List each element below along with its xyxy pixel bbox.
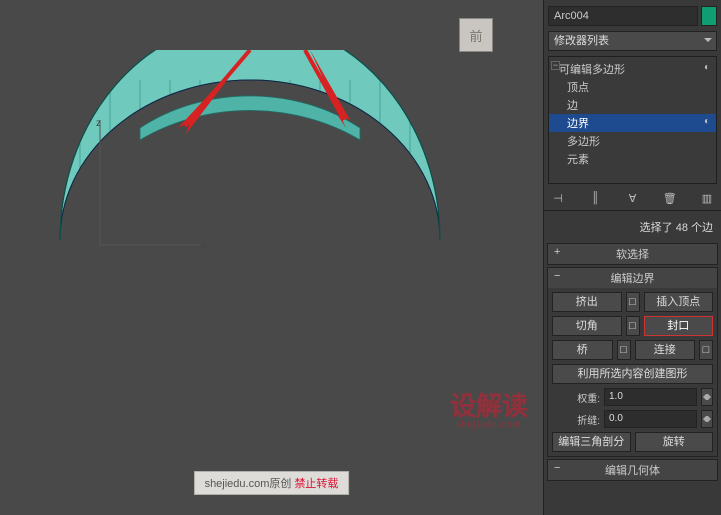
object-name-field[interactable]: Arc004: [548, 6, 698, 26]
stack-sub-element[interactable]: 元素: [549, 150, 716, 168]
weight-label: 权重:: [552, 390, 600, 405]
remove-modifier-icon[interactable]: 🗑: [662, 190, 678, 206]
extrude-button[interactable]: 挤出: [552, 292, 622, 312]
connect-settings-button[interactable]: □: [699, 340, 713, 360]
create-shape-button[interactable]: 利用所选内容创建图形: [552, 364, 713, 384]
cap-button[interactable]: 封口: [644, 316, 714, 336]
show-end-result-icon[interactable]: ║: [587, 190, 603, 206]
weight-spin-buttons[interactable]: [701, 388, 713, 406]
viewcube[interactable]: 前: [459, 18, 493, 52]
bridge-button[interactable]: 桥: [552, 340, 613, 360]
crease-label: 折缝:: [552, 412, 600, 427]
chamfer-settings-button[interactable]: □: [626, 316, 640, 336]
mesh-preview: zx: [40, 50, 480, 390]
bridge-settings-button[interactable]: □: [617, 340, 631, 360]
stack-editable-poly[interactable]: 可编辑多边形◐: [549, 60, 716, 78]
stack-sub-polygon[interactable]: 多边形: [549, 132, 716, 150]
chamfer-button[interactable]: 切角: [552, 316, 622, 336]
crease-spinner[interactable]: 0.0: [604, 410, 697, 428]
modifier-list-dropdown[interactable]: 修改器列表: [548, 31, 717, 51]
rollout-edit-geometry[interactable]: 编辑几何体: [548, 460, 717, 480]
svg-text:x: x: [202, 240, 207, 251]
stack-sub-edge[interactable]: 边: [549, 96, 716, 114]
rollout-edit-border[interactable]: 编辑边界: [548, 268, 717, 288]
make-unique-icon[interactable]: ∀: [625, 190, 641, 206]
stack-toolbar: ⊣ ║ ∀ 🗑 ▥: [544, 186, 721, 211]
watermark: 设解读shejiedu.com: [450, 394, 528, 430]
viewport[interactable]: 前 zx 设解读shejiedu.com shejiedu.com原创 禁止转载: [0, 0, 544, 515]
crease-spin-buttons[interactable]: [701, 410, 713, 428]
rollout-soft-selection[interactable]: 软选择: [548, 244, 717, 264]
pin-stack-icon[interactable]: ⊣: [550, 190, 566, 206]
selection-status: 选择了 48 个边: [544, 213, 721, 241]
object-color-swatch[interactable]: [701, 6, 717, 26]
weight-spinner[interactable]: 1.0: [604, 388, 697, 406]
connect-button[interactable]: 连接: [635, 340, 696, 360]
svg-text:z: z: [96, 118, 101, 129]
rotate-button[interactable]: 旋转: [635, 432, 714, 452]
stack-sub-vertex[interactable]: 顶点: [549, 78, 716, 96]
credit-bar: shejiedu.com原创 禁止转载: [194, 471, 350, 495]
configure-sets-icon[interactable]: ▥: [699, 190, 715, 206]
extrude-settings-button[interactable]: □: [626, 292, 640, 312]
modifier-stack[interactable]: 可编辑多边形◐ 顶点 边 边界◐ 多边形 元素: [548, 56, 717, 184]
insert-vertex-button[interactable]: 插入顶点: [644, 292, 714, 312]
command-panel: Arc004 修改器列表 可编辑多边形◐ 顶点 边 边界◐ 多边形 元素 ⊣ ║…: [544, 0, 721, 515]
edit-tri-button[interactable]: 编辑三角剖分: [552, 432, 631, 452]
stack-sub-border[interactable]: 边界◐: [549, 114, 716, 132]
